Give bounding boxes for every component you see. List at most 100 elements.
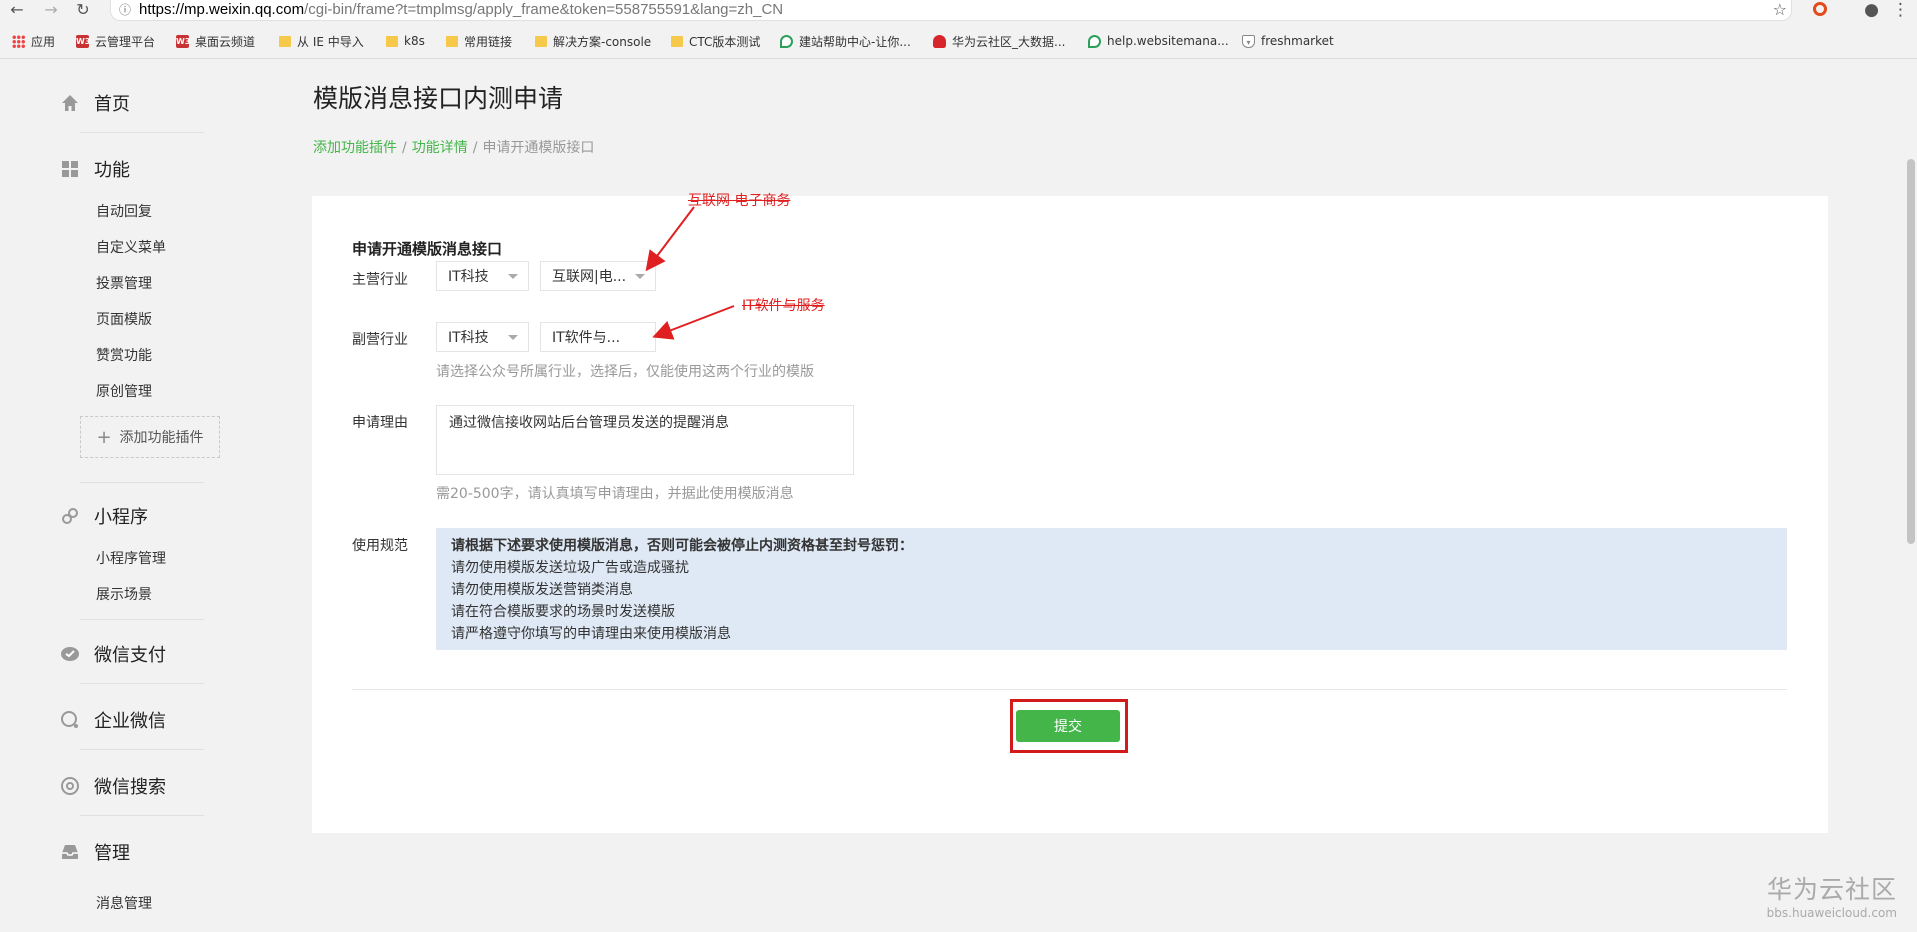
bookmark-huawei-cloud[interactable]: 华为云社区_大数据...: [933, 30, 1065, 52]
sidebar: 首页 功能 自动回复 自定义菜单 投票管理 页面模版 赞赏功能 原创管理 + 添…: [0, 59, 260, 932]
select-value: 互联网|电...: [552, 269, 627, 285]
nav-home[interactable]: 首页: [60, 90, 130, 116]
breadcrumb-feature-detail[interactable]: 功能详情: [412, 140, 468, 156]
breadcrumb: 添加功能插件 / 功能详情 / 申请开通模版接口: [313, 137, 594, 157]
sidebar-item-original[interactable]: 原创管理: [96, 381, 152, 401]
nav-manage[interactable]: 管理: [60, 839, 130, 865]
nav-manage-label: 管理: [94, 843, 130, 864]
reload-icon[interactable]: ↻: [72, 0, 94, 20]
sidebar-item-page-template[interactable]: 页面模版: [96, 309, 152, 329]
bookmark-apps[interactable]: 应用: [12, 30, 55, 52]
bookmark-websitemanager[interactable]: help.websitemana...: [1088, 30, 1229, 52]
folder-icon: [671, 35, 683, 47]
sidebar-item-reward[interactable]: 赞赏功能: [96, 345, 152, 365]
bookmark-label: 桌面云频道: [195, 34, 256, 49]
chevron-down-icon: [508, 335, 518, 340]
scrollbar[interactable]: [1903, 59, 1917, 932]
divider: [80, 815, 204, 816]
select-value: IT科技: [448, 330, 489, 346]
folder-icon: [535, 35, 547, 47]
secondary-industry-label: 副营行业: [352, 332, 408, 348]
nav-wechat-search[interactable]: 微信搜索: [60, 773, 166, 799]
bookmark-common-links[interactable]: 常用链接: [446, 30, 512, 52]
bookmarks-bar: 应用 W3 云管理平台 W3 桌面云频道 从 IE 中导入 k8s 常用链接 解决方…: [0, 30, 1917, 54]
sidebar-item-custom-menu[interactable]: 自定义菜单: [96, 237, 166, 257]
bookmark-label: k8s: [404, 34, 425, 48]
plus-icon: +: [96, 426, 112, 448]
primary-industry-select-2[interactable]: 互联网|电...: [540, 261, 656, 291]
divider: [352, 689, 1787, 690]
menu-icon[interactable]: ⋮: [1892, 0, 1909, 20]
add-plugin-label: 添加功能插件: [119, 430, 204, 446]
nav-miniprogram-label: 小程序: [94, 507, 148, 528]
bookmark-solution-console[interactable]: 解决方案-console: [535, 30, 651, 52]
nav-miniprogram[interactable]: 小程序: [60, 503, 148, 529]
chevron-down-icon: [508, 274, 518, 279]
bookmark-cloud-platform[interactable]: W3 云管理平台: [76, 30, 155, 52]
breadcrumb-add-plugin[interactable]: 添加功能插件: [313, 140, 397, 156]
bookmark-desktop-cloud[interactable]: W3 桌面云频道: [176, 30, 255, 52]
form-title: 申请开通模版消息接口: [352, 240, 503, 258]
secondary-industry-select-2[interactable]: IT软件与...: [540, 322, 656, 352]
add-plugin-button[interactable]: + 添加功能插件: [80, 416, 220, 458]
bookmark-label: 解决方案-console: [553, 34, 652, 49]
breadcrumb-separator: /: [472, 140, 478, 156]
url-path: /cgi-bin/frame?t=tmplmsg/apply_frame&tok…: [304, 1, 784, 18]
reason-textarea[interactable]: 通过微信接收网站后台管理员发送的提醒消息: [436, 405, 854, 475]
nav-features[interactable]: 功能: [60, 156, 130, 182]
miniprogram-icon: [62, 508, 78, 524]
extension-icon[interactable]: [1813, 2, 1827, 16]
select-value: IT科技: [448, 269, 489, 285]
bookmark-label: 从 IE 中导入: [297, 34, 364, 49]
bookmark-ctc-test[interactable]: CTC版本测试: [671, 30, 760, 52]
bookmark-label: 建站帮助中心-让你...: [799, 34, 911, 49]
bookmark-star-icon[interactable]: ☆: [1773, 0, 1787, 19]
nav-wechat-pay[interactable]: 微信支付: [60, 641, 166, 667]
rule-item: 请勿使用模版发送营销类消息: [451, 582, 633, 598]
nav-wechat-pay-label: 微信支付: [94, 645, 166, 666]
rules-heading: 请根据下述要求使用模版消息，否则可能会被停止内测资格甚至封号惩罚：: [451, 538, 913, 554]
nav-wecom[interactable]: 企业微信: [60, 707, 166, 733]
bookmark-site-help[interactable]: 建站帮助中心-让你...: [780, 30, 911, 52]
breadcrumb-current: 申请开通模版接口: [482, 140, 595, 156]
w3-icon: W3: [176, 34, 191, 48]
rules-label: 使用规范: [352, 538, 408, 554]
divider: [80, 482, 204, 483]
scrollbar-thumb[interactable]: [1907, 159, 1915, 544]
primary-industry-select-1[interactable]: IT科技: [436, 261, 529, 291]
sidebar-item-message-manage[interactable]: 消息管理: [96, 893, 152, 913]
address-bar-row: ← → ↻ ⓘ https://mp.weixin.qq.com/cgi-bin…: [0, 0, 1917, 22]
page-title: 模版消息接口内测申请: [313, 84, 564, 113]
sidebar-item-miniprogram-manage[interactable]: 小程序管理: [96, 548, 166, 568]
shield-icon: ▾: [1242, 34, 1255, 48]
home-icon: [62, 95, 78, 111]
chevron-down-icon: [635, 274, 645, 279]
secondary-industry-select-1[interactable]: IT科技: [436, 322, 529, 352]
back-icon[interactable]: ←: [6, 0, 28, 20]
sidebar-item-vote[interactable]: 投票管理: [96, 273, 152, 293]
primary-industry-label: 主营行业: [352, 272, 408, 288]
bookmark-label: 华为云社区_大数据...: [952, 34, 1066, 49]
browser-chrome: ← → ↻ ⓘ https://mp.weixin.qq.com/cgi-bin…: [0, 0, 1917, 59]
annotation-primary-industry: 互联网 电子商务: [688, 193, 791, 209]
sidebar-item-auto-reply[interactable]: 自动回复: [96, 201, 152, 221]
url-field[interactable]: ⓘ https://mp.weixin.qq.com/cgi-bin/frame…: [110, 0, 1792, 21]
site-help-icon: [780, 34, 793, 48]
grid-icon: [62, 161, 78, 177]
bookmark-k8s[interactable]: k8s: [386, 30, 425, 52]
bookmark-ie-import[interactable]: 从 IE 中导入: [279, 30, 364, 52]
info-icon[interactable]: ⓘ: [119, 1, 131, 18]
watermark: 华为云社区 bbs.huaweicloud.com: [1767, 870, 1897, 920]
nav-home-label: 首页: [94, 94, 130, 115]
w3-icon: W3: [76, 34, 91, 48]
profile-icon[interactable]: ●: [1864, 0, 1879, 20]
forward-icon[interactable]: →: [40, 0, 62, 20]
industry-hint: 请选择公众号所属行业，选择后，仅能使用这两个行业的模版: [436, 364, 814, 380]
bookmark-freshmarket[interactable]: ▾ freshmarket: [1242, 30, 1334, 52]
sidebar-item-showcase[interactable]: 展示场景: [96, 584, 152, 604]
divider: [80, 132, 204, 133]
rule-item: 请在符合模版要求的场景时发送模版: [451, 604, 675, 620]
submit-button[interactable]: 提交: [1016, 710, 1120, 742]
apps-grid-icon: [12, 34, 25, 48]
watermark-brand: 华为云社区: [1766, 875, 1897, 904]
